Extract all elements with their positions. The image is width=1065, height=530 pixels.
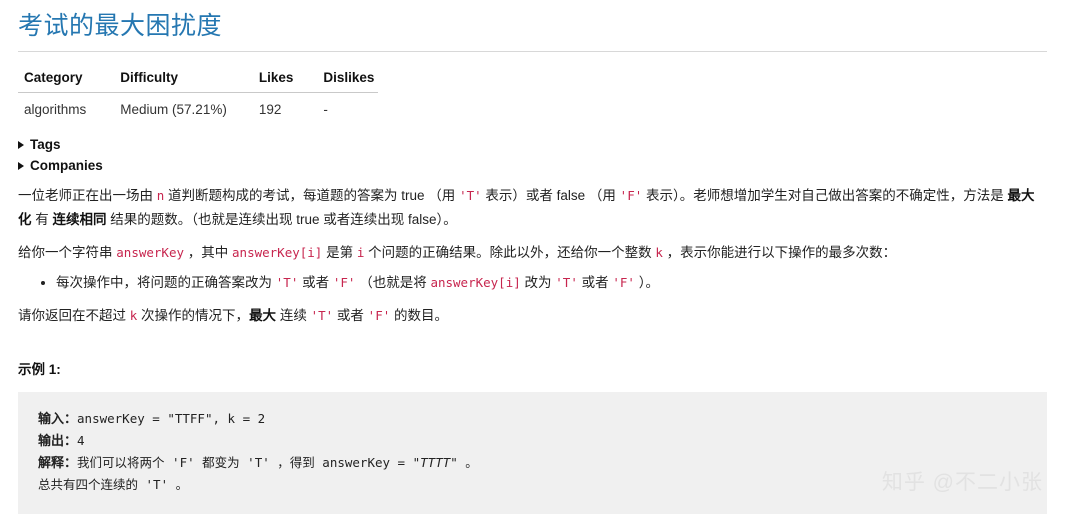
code-answerkey-index: answerKey[i] — [232, 245, 323, 260]
example-explanation-italic: TTTT — [420, 455, 451, 470]
cell-difficulty: Medium (57.21%) — [120, 102, 227, 117]
text-fragment: 的数目。 — [390, 308, 449, 323]
table-row: algorithms Medium (57.21%) 192 - — [18, 93, 378, 124]
example-input-value: answerKey = "TTFF", k = 2 — [77, 411, 266, 426]
text-fragment: ，表示你能进行以下操作的最多次数： — [662, 245, 897, 260]
table-header-row: Category Difficulty Likes Dislikes — [18, 66, 379, 93]
code-f-literal: 'F' — [612, 275, 635, 290]
text-fragment: 次操作的情况下， — [137, 308, 250, 323]
emphasis-consecutive-same: 连续相同 — [52, 212, 107, 227]
description-paragraph-3: 请你返回在不超过 k 次操作的情况下，最大 连续 'T' 或者 'F' 的数目。 — [18, 304, 1047, 328]
operation-list: 每次操作中，将问题的正确答案改为 'T' 或者 'F' （也就是将 answer… — [18, 271, 1047, 295]
example-output-label: 输出： — [38, 433, 78, 448]
code-f-literal: 'F' — [367, 308, 391, 323]
collapsible-tags-label: Tags — [30, 137, 61, 152]
text-fragment: 是第 — [322, 245, 357, 260]
text-fragment: 给你一个字符串 — [18, 245, 117, 260]
collapsible-tags[interactable]: Tags — [18, 135, 61, 154]
column-header-difficulty: Difficulty — [106, 66, 247, 93]
code-f-literal: 'F' — [332, 275, 356, 290]
column-header-likes: Likes — [246, 66, 314, 93]
zhihu-watermark: 知乎 @不二小张 — [881, 471, 1043, 494]
code-answerkey-index: answerKey[i] — [430, 275, 521, 290]
text-fragment: 或者 — [333, 308, 368, 323]
code-t-literal: 'T' — [310, 308, 334, 323]
example-explanation-label: 解释： — [38, 455, 78, 470]
collapsible-companies-label: Companies — [30, 158, 103, 173]
column-header-dislikes: Dislikes — [313, 66, 379, 93]
cell-dislikes: - — [323, 102, 328, 117]
chevron-right-icon — [18, 140, 24, 149]
title-divider — [18, 51, 1047, 52]
code-t-literal: 'T' — [555, 275, 578, 290]
text-fragment: 连续 — [276, 308, 311, 323]
collapsible-companies[interactable]: Companies — [18, 156, 103, 175]
text-fragment: 结果的题数。（也就是连续出现 true 或者连续出现 false）。 — [106, 212, 457, 227]
text-fragment: 个问题的正确结果。除此以外，还给你一个整数 — [364, 245, 656, 260]
problem-page: 考试的最大困扰度 Category Difficulty Likes Disli… — [0, 0, 1065, 514]
collapsible-sections: Tags Companies — [18, 135, 1047, 175]
code-t-literal: 'T' — [459, 188, 482, 203]
problem-meta-table: Category Difficulty Likes Dislikes algor… — [18, 66, 379, 124]
code-answerkey: answerKey — [116, 245, 184, 260]
text-fragment: （也就是将 — [355, 275, 431, 290]
text-fragment: 表示）或者 false （用 — [481, 188, 620, 203]
description-paragraph-1: 一位老师正在出一场由 n 道判断题构成的考试，每道题的答案为 true （用 '… — [18, 184, 1047, 232]
example-explanation-line2: 总共有四个连续的 'T' 。 — [38, 477, 189, 492]
text-fragment: 表示）。老师想增加学生对自己做出答案的不确定性，方法是 — [642, 188, 1008, 203]
code-k: k — [655, 245, 663, 260]
text-fragment: 或者 — [298, 275, 333, 290]
cell-category: algorithms — [24, 102, 87, 117]
code-f-literal: 'F' — [619, 188, 643, 203]
example-explanation-part2: " 。 — [450, 455, 478, 470]
text-fragment: 一位老师正在出一场由 — [18, 188, 157, 203]
example-explanation-part1: 我们可以将两个 'F' 都变为 'T' ，得到 answerKey = " — [77, 455, 421, 470]
text-fragment: 请你返回在不超过 — [18, 308, 130, 323]
example-output-value: 4 — [77, 433, 85, 448]
column-header-category: Category — [18, 66, 107, 93]
text-fragment: 或者 — [577, 275, 613, 290]
emphasis-max: 最大 — [249, 308, 277, 323]
code-t-literal: 'T' — [275, 275, 299, 290]
description-paragraph-2: 给你一个字符串 answerKey ，其中 answerKey[i] 是第 i … — [18, 241, 1047, 265]
chevron-right-icon — [18, 161, 24, 170]
text-fragment: 改为 — [520, 275, 556, 290]
cell-likes: 192 — [258, 102, 282, 117]
text-fragment: 每次操作中，将问题的正确答案改为 — [56, 275, 276, 290]
example-input-label: 输入： — [38, 411, 78, 426]
text-fragment: ，其中 — [184, 245, 233, 260]
example-heading: 示例 1: — [18, 362, 61, 377]
page-title: 考试的最大困扰度 — [18, 12, 223, 40]
text-fragment: 道判断题构成的考试，每道题的答案为 true （用 — [164, 188, 460, 203]
text-fragment: ）。 — [634, 275, 659, 290]
text-fragment: 有 — [31, 212, 53, 227]
list-item: 每次操作中，将问题的正确答案改为 'T' 或者 'F' （也就是将 answer… — [56, 271, 1047, 295]
